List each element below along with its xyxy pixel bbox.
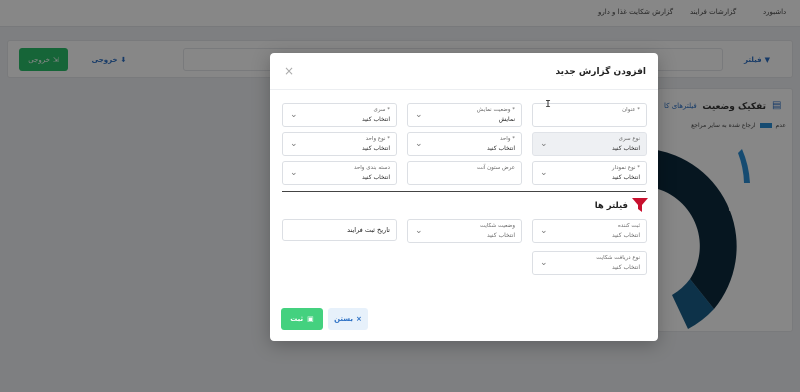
display-status-value: نمایش: [498, 116, 515, 123]
chart-type-select[interactable]: نوع نمودار * انتخاب کنید ⌄: [532, 161, 647, 185]
chevron-down-icon: ⌄: [415, 139, 423, 149]
text-cursor-icon: I: [545, 99, 552, 110]
save-label: ثبت: [290, 315, 304, 323]
chart-kind-select[interactable]: نوع سری انتخاب کنید ⌄: [532, 132, 647, 156]
column-width-input[interactable]: عرض ستون آنت: [407, 161, 522, 185]
column-width-label: عرض ستون آنت: [476, 165, 515, 171]
x-icon: ×: [356, 315, 362, 323]
modal-title: افزودن گزارش جدید: [555, 67, 646, 77]
unit-type-select[interactable]: نوع واحد * انتخاب کنید ⌄: [282, 132, 397, 156]
chevron-down-icon: ⌄: [415, 226, 423, 236]
series-label: سری *: [373, 107, 390, 113]
filters-divider: [282, 191, 646, 192]
complaint-receive-type-select[interactable]: نوع دریافت شکایت انتخاب کنید ⌄: [532, 251, 647, 275]
chevron-down-icon: ⌄: [540, 258, 548, 268]
chevron-down-icon: ⌄: [540, 139, 548, 149]
unit-category-select[interactable]: دسته بندی واحد انتخاب کنید ⌄: [282, 161, 397, 185]
unit-type-value: انتخاب کنید: [361, 145, 390, 152]
unit-label: واحد *: [500, 136, 515, 142]
series-value: انتخاب کنید: [361, 116, 390, 123]
registrar-select[interactable]: ثبت کننده انتخاب کنید ⌄: [532, 219, 647, 243]
registrar-value: انتخاب کنید: [611, 232, 640, 239]
complaint-receive-type-value: انتخاب کنید: [611, 264, 640, 271]
registrar-label: ثبت کننده: [617, 223, 640, 229]
complaint-status-label: وضعیت شکایت: [479, 223, 515, 229]
chart-kind-label: نوع سری: [618, 136, 640, 142]
chart-kind-value: انتخاب کنید: [611, 145, 640, 152]
series-select[interactable]: سری * انتخاب کنید ⌄: [282, 103, 397, 127]
filters-section-title: فیلتر ها: [594, 201, 628, 211]
save-button[interactable]: ثبت ▣: [281, 308, 323, 330]
chevron-down-icon: ⌄: [540, 226, 548, 236]
save-icon: ▣: [307, 315, 314, 323]
chart-type-label: نوع نمودار *: [611, 165, 640, 171]
process-date-placeholder: تاریخ ثبت فرایند: [347, 226, 390, 234]
complaint-status-select[interactable]: وضعیت شکایت انتخاب کنید ⌄: [407, 219, 522, 243]
close-label: بستن: [334, 315, 354, 323]
chart-type-value: انتخاب کنید: [611, 174, 640, 181]
unit-category-label: دسته بندی واحد: [353, 165, 390, 171]
display-status-select[interactable]: وضعیت نمایش * نمایش ⌄: [407, 103, 522, 127]
close-button[interactable]: بستن ×: [328, 308, 368, 330]
add-report-modal: افزودن گزارش جدید × عنوان * وضعیت نمایش …: [270, 53, 658, 341]
complaint-status-value: انتخاب کنید: [486, 232, 515, 239]
chevron-down-icon: ⌄: [290, 110, 298, 120]
chevron-down-icon: ⌄: [290, 139, 298, 149]
complaint-receive-type-label: نوع دریافت شکایت: [596, 255, 640, 261]
close-icon[interactable]: ×: [284, 65, 294, 77]
display-status-label: وضعیت نمایش *: [476, 107, 515, 113]
funnel-icon: [632, 198, 648, 212]
process-date-input[interactable]: تاریخ ثبت فرایند: [282, 219, 397, 241]
title-label: عنوان *: [622, 107, 640, 113]
chevron-down-icon: ⌄: [415, 110, 423, 120]
unit-category-value: انتخاب کنید: [361, 174, 390, 181]
chevron-down-icon: ⌄: [540, 168, 548, 178]
chevron-down-icon: ⌄: [290, 168, 298, 178]
modal-header-divider: [270, 89, 658, 90]
unit-type-label: نوع واحد *: [365, 136, 390, 142]
unit-select[interactable]: واحد * انتخاب کنید ⌄: [407, 132, 522, 156]
unit-value: انتخاب کنید: [486, 145, 515, 152]
